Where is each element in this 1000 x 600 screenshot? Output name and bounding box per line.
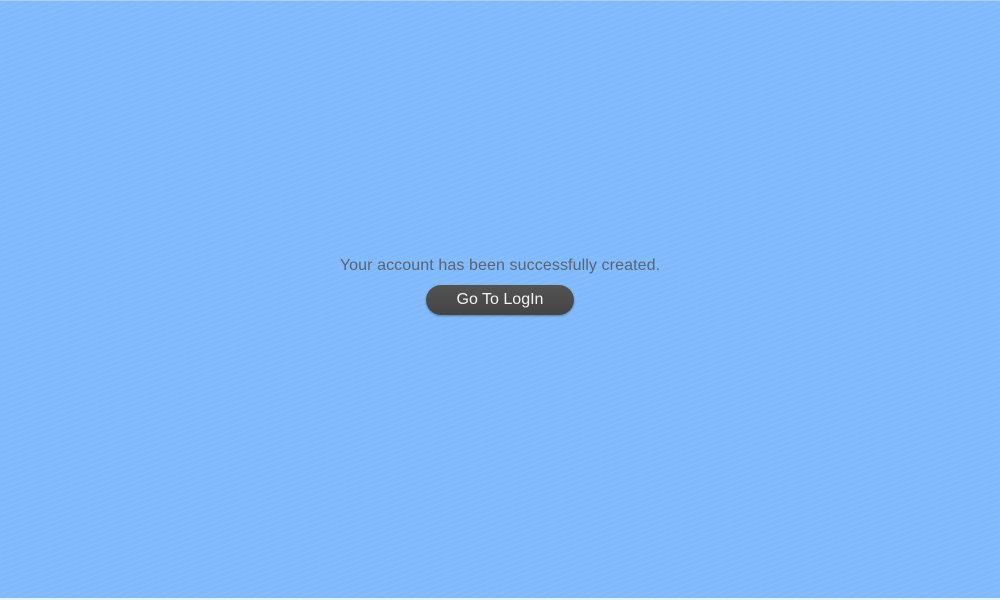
go-to-login-button[interactable]: Go To LogIn: [426, 285, 574, 315]
signup-success-page: Your account has been successfully creat…: [0, 0, 1000, 600]
success-message: Your account has been successfully creat…: [339, 257, 661, 274]
